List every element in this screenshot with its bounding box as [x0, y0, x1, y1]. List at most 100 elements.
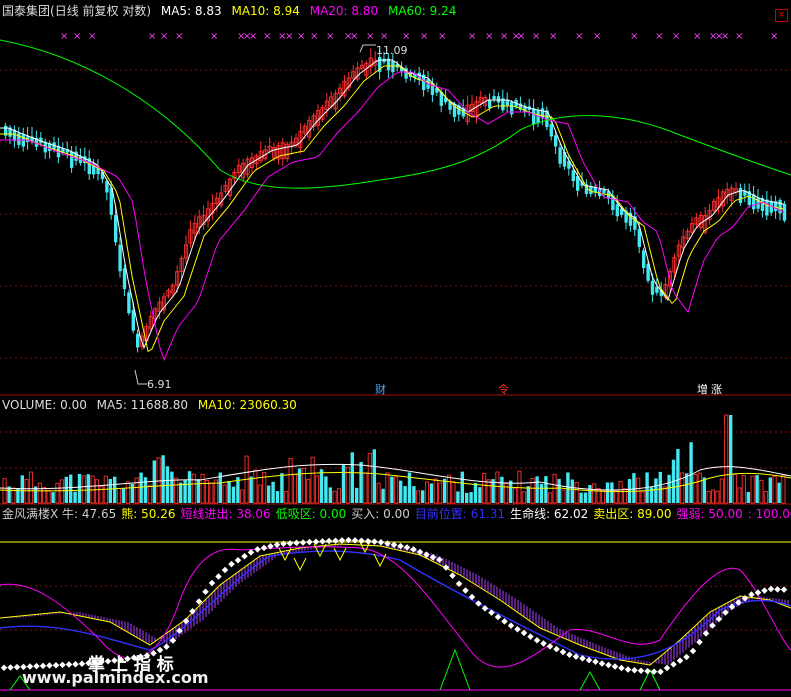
event-ling: 令	[498, 383, 509, 396]
volume-bar	[28, 471, 34, 504]
life-line-dot	[286, 540, 294, 547]
signal-marker: ×	[249, 31, 257, 42]
signal-marker: ×	[549, 31, 557, 42]
volume-bar	[73, 491, 77, 503]
life-line-dot	[644, 667, 651, 675]
life-line-dot	[546, 643, 554, 650]
volume-bar	[618, 480, 623, 504]
volume-bar	[376, 482, 381, 504]
volume-bar	[724, 414, 729, 504]
life-line-dot	[475, 600, 482, 607]
volume-bar	[81, 475, 86, 504]
stock-chart[interactable]: × × × × × × × ××× × ×× × × × ×× × × × × × × × × ×× × × × × × × × × ××× ×…	[0, 0, 791, 697]
life-line-dot	[338, 537, 346, 544]
signal-marker: ×	[310, 31, 318, 42]
volume-bar	[561, 489, 566, 504]
signal-marker: ×	[735, 31, 743, 42]
volume-bar	[548, 492, 553, 504]
sell-zone-triangle	[293, 557, 307, 572]
volume-bar	[732, 473, 738, 504]
volume-bar	[359, 461, 363, 503]
volume-bar	[231, 486, 236, 503]
bear-line	[0, 543, 791, 666]
ma5-line	[0, 59, 785, 350]
life-line-dot	[280, 540, 287, 548]
candle-body	[738, 187, 743, 203]
candle-body	[127, 292, 131, 314]
volume-bar	[257, 484, 262, 504]
volume-bar	[280, 473, 284, 503]
candle-body	[558, 147, 562, 164]
life-line-dot	[624, 666, 632, 673]
volume-bar	[355, 487, 359, 503]
high-pointer	[359, 44, 376, 53]
volume-bar	[139, 472, 143, 503]
volume-bar	[64, 476, 68, 503]
volume-bar	[500, 476, 504, 503]
volume-bar	[134, 477, 139, 504]
volume-bar	[465, 492, 469, 503]
signal-marker: ×	[485, 31, 493, 42]
volume-bar	[715, 490, 720, 504]
volume-bar	[557, 478, 561, 503]
signal-marker: ×	[148, 31, 156, 42]
life-line-dot	[7, 664, 14, 671]
volume-bar	[399, 480, 403, 503]
life-line-dot	[553, 645, 560, 653]
signal-marker: ×	[655, 31, 663, 42]
volume-bar	[125, 481, 130, 504]
life-line-dot	[358, 537, 365, 545]
volume-bar	[179, 482, 183, 503]
life-line-dot	[780, 586, 788, 593]
volume-bar	[51, 492, 55, 503]
volume-bar	[768, 477, 772, 503]
signal-marker: ×	[438, 31, 446, 42]
candle-body	[571, 170, 575, 182]
volume-bar	[200, 473, 205, 504]
candle-body	[136, 333, 140, 348]
signal-marker: ×	[73, 31, 81, 42]
life-line-dot	[293, 539, 300, 547]
candle-body	[17, 132, 21, 146]
volume-bar	[680, 472, 685, 504]
volume-bar	[667, 474, 671, 503]
volume-bar	[781, 474, 786, 504]
life-line-dot	[767, 585, 775, 593]
volume-bar	[456, 491, 460, 503]
candle-body	[114, 215, 118, 243]
volume-bar	[306, 479, 311, 504]
signal-marker: ×	[263, 31, 271, 42]
volume-bar	[552, 473, 557, 504]
candle-body	[105, 181, 109, 193]
volume-bar	[183, 480, 187, 503]
volume-bar	[222, 484, 227, 504]
volume-bar	[191, 473, 196, 504]
signal-marker: ×	[770, 31, 778, 42]
volume-bar	[130, 483, 134, 503]
signal-marker: ×	[630, 31, 638, 42]
candle-body	[505, 100, 509, 106]
volume-bar	[46, 489, 51, 504]
life-line-dot	[605, 661, 612, 669]
signal-marker: ×	[285, 31, 293, 42]
volume-bar	[381, 488, 385, 503]
volume-bar	[249, 476, 253, 503]
life-line-dot	[449, 572, 456, 579]
volume-bar	[658, 471, 662, 503]
life-line-dot	[696, 638, 703, 646]
volume-bar	[495, 471, 500, 504]
volume-bar	[267, 485, 271, 503]
volume-bar	[275, 491, 280, 503]
life-line-dot	[611, 663, 619, 670]
life-line-dot	[351, 537, 359, 544]
volume-bar	[288, 457, 293, 504]
volume-bar	[706, 490, 711, 504]
volume-bar	[421, 490, 425, 503]
volume-bar	[143, 477, 148, 503]
volume-bar	[284, 490, 289, 504]
volume-bar	[579, 492, 583, 503]
volume-bar	[156, 457, 161, 504]
volume-bar	[385, 472, 390, 504]
volume-bar	[147, 484, 152, 504]
volume-bar	[517, 470, 522, 504]
